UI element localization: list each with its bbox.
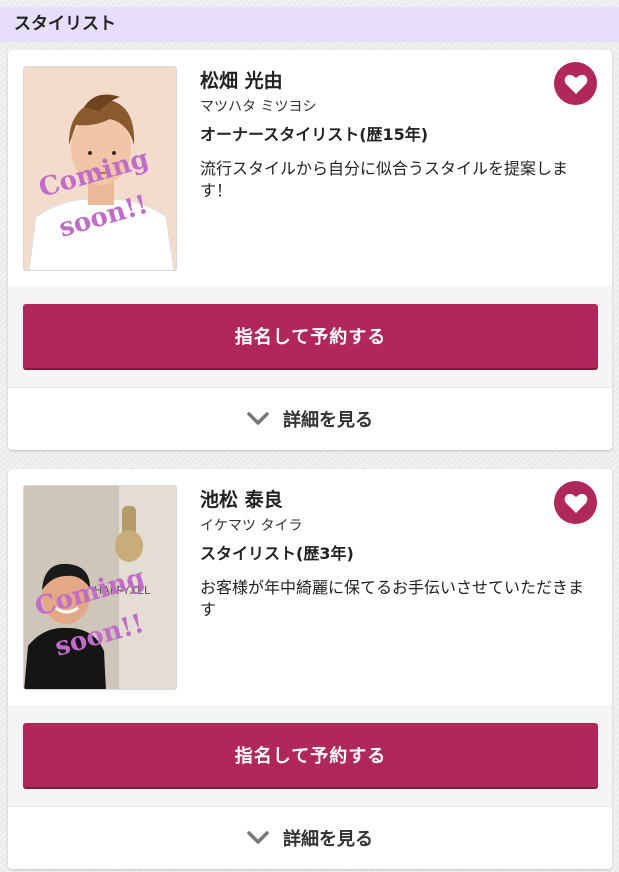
stylist-message: お客様が年中綺麗に保てるお手伝いさせていただきます <box>200 578 585 619</box>
section-title: スタイリスト <box>14 14 116 34</box>
detail-label: 詳細を見る <box>283 410 373 431</box>
stylist-name: 池松 泰良 <box>200 489 283 511</box>
stylist-card: Coming soon!! 松畑 光由 マツハタ ミツヨシ オーナースタイリスト… <box>8 50 612 450</box>
favorite-button[interactable] <box>554 62 597 105</box>
stylist-info: Coming soon!! 松畑 光由 マツハタ ミツヨシ オーナースタイリスト… <box>8 50 612 286</box>
detail-button[interactable]: 詳細を見る <box>8 806 612 869</box>
stylist-title: オーナースタイリスト(歴15年) <box>200 125 429 144</box>
favorite-button[interactable] <box>554 481 597 524</box>
detail-button[interactable]: 詳細を見る <box>8 387 612 450</box>
reserve-button[interactable]: 指名して予約する <box>23 723 598 787</box>
stylist-name: 松畑 光由 <box>200 70 283 92</box>
stylist-message: 流行スタイルから自分に似合うスタイルを提案します！ <box>200 159 569 200</box>
stylist-info: HAPPYXEL Coming soon!! 池松 泰良 イケマツ タイラ スタ… <box>8 469 612 705</box>
chevron-down-icon <box>247 831 269 845</box>
reserve-area: 指名して予約する <box>8 286 612 387</box>
stylist-photo[interactable]: HAPPYXEL Coming soon!! <box>23 485 177 690</box>
heart-icon <box>564 74 587 94</box>
section-header: スタイリスト <box>0 7 619 42</box>
chevron-down-icon <box>247 412 269 426</box>
stylist-kana: イケマツ タイラ <box>200 518 303 534</box>
detail-label: 詳細を見る <box>283 829 373 850</box>
heart-icon <box>564 493 587 513</box>
stylist-title: スタイリスト(歴3年) <box>200 544 354 563</box>
reserve-button[interactable]: 指名して予約する <box>23 304 598 368</box>
stylist-card: HAPPYXEL Coming soon!! 池松 泰良 イケマツ タイラ スタ… <box>8 469 612 869</box>
stylist-photo[interactable]: Coming soon!! <box>23 66 177 271</box>
stylist-kana: マツハタ ミツヨシ <box>200 99 317 115</box>
reserve-area: 指名して予約する <box>8 705 612 806</box>
